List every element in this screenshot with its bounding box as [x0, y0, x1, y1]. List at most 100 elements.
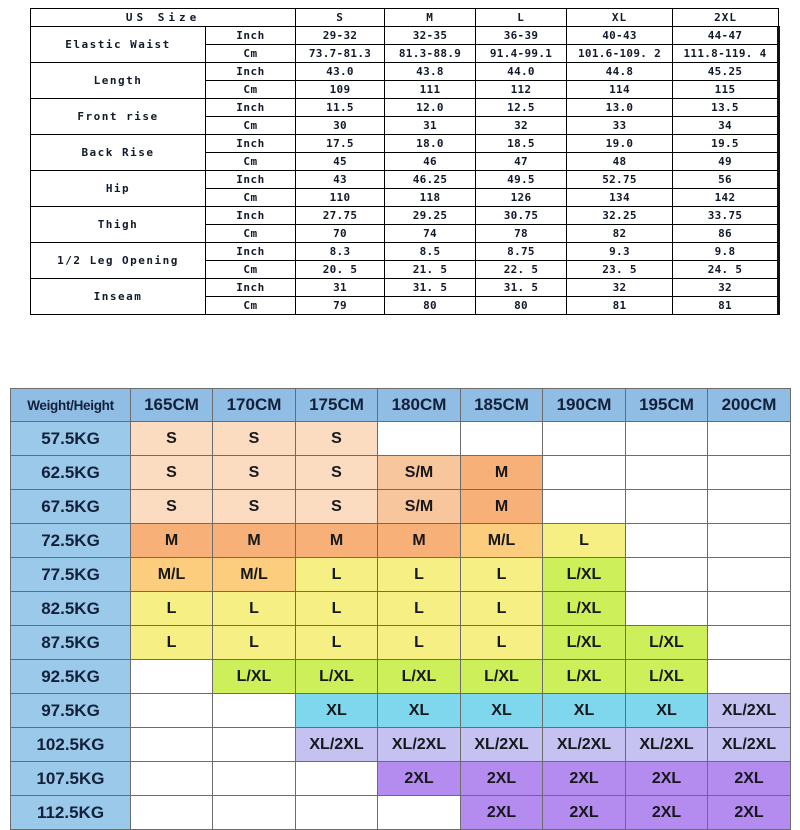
value-cell: 142: [672, 188, 781, 207]
size-recommendation-cell: 2XL: [542, 795, 626, 830]
value-cell: 111.8-119. 4: [672, 44, 781, 63]
value-cell: 13.0: [566, 98, 674, 117]
size-recommendation-cell: 2XL: [460, 795, 543, 830]
value-cell: 80: [475, 296, 568, 315]
value-cell: 43.8: [384, 62, 477, 81]
size-recommendation-cell: M/L: [460, 523, 543, 558]
measure-label: Hip: [30, 170, 206, 207]
value-cell: 32: [566, 278, 674, 297]
size-column-header-2xl: 2XL: [672, 8, 780, 27]
measure-row-inch: Front rise Inch 11.5 12.0 12.5 13.0 13.5: [30, 98, 781, 135]
size-recommendation-cell: M/L: [212, 557, 296, 592]
size-recommendation-cell: M: [377, 523, 461, 558]
size-recommendation-cell: [707, 659, 791, 694]
size-recommendation-cell: S: [295, 421, 378, 456]
measure-label: Elastic Waist: [30, 26, 206, 63]
size-recommendation-cell: 2XL: [707, 761, 791, 796]
value-cell: 46: [384, 152, 477, 171]
size-recommendation-cell: L/XL: [460, 659, 543, 694]
size-recommendation-cell: [625, 489, 708, 524]
value-cell: 91.4-99.1: [475, 44, 568, 63]
value-cell: 33: [566, 116, 674, 135]
value-cell: 9.3: [566, 242, 674, 261]
value-cell: 70: [295, 224, 386, 243]
size-recommendation-cell: XL/2XL: [707, 693, 791, 728]
size-recommendation-cell: [542, 455, 626, 490]
size-recommendation-cell: L/XL: [542, 659, 626, 694]
value-cell: 112: [475, 80, 568, 99]
size-recommendation-cell: S: [212, 489, 296, 524]
value-cell: 134: [566, 188, 674, 207]
value-cell: 44.0: [475, 62, 568, 81]
size-recommendation-cell: L/XL: [542, 591, 626, 626]
size-recommendation-cell: [625, 591, 708, 626]
unit-cm: Cm: [204, 224, 297, 243]
value-cell: 34: [672, 116, 781, 135]
size-recommendation-cell: [542, 421, 626, 456]
size-recommendation-cell: 2XL: [625, 795, 708, 830]
size-recommendation-cell: [707, 523, 791, 558]
value-cell: 21. 5: [384, 260, 477, 279]
size-recommendation-cell: [707, 591, 791, 626]
value-cell: 46.25: [384, 170, 477, 189]
size-recommendation-cell: L: [130, 625, 213, 660]
weight-row-label: 77.5KG: [10, 557, 131, 592]
weight-row-label: 82.5KG: [10, 591, 131, 626]
value-cell: 114: [566, 80, 674, 99]
size-recommendation-cell: L: [377, 591, 461, 626]
value-cell: 118: [384, 188, 477, 207]
size-column-header-l: L: [475, 8, 568, 27]
weight-row: 92.5KG L/XL L/XL L/XL L/XL L/XL L/XL: [10, 659, 791, 694]
weight-row-label: 62.5KG: [10, 455, 131, 490]
value-cell: 49.5: [475, 170, 568, 189]
size-recommendation-cell: L/XL: [377, 659, 461, 694]
size-recommendation-cell: L: [295, 591, 378, 626]
value-cell: 18.0: [384, 134, 477, 153]
value-cell: 17.5: [295, 134, 386, 153]
us-size-table: US Size S M L XL 2XL Elastic Waist Inch 29-32 32-…: [29, 8, 781, 315]
size-recommendation-cell: L: [542, 523, 626, 558]
size-recommendation-cell: S: [212, 421, 296, 456]
size-recommendation-cell: XL: [460, 693, 543, 728]
value-cell: 126: [475, 188, 568, 207]
value-cell: 74: [384, 224, 477, 243]
value-cell: 24. 5: [672, 260, 781, 279]
unit-inch: Inch: [204, 206, 297, 225]
value-cell: 44-47: [672, 26, 781, 45]
size-recommendation-cell: [130, 727, 213, 762]
size-recommendation-cell: [707, 625, 791, 660]
weight-row-label: 102.5KG: [10, 727, 131, 762]
measure-label: Back Rise: [30, 134, 206, 171]
value-cell: 30: [295, 116, 386, 135]
weight-row: 77.5KG M/L M/L L L L L/XL: [10, 557, 791, 592]
weight-height-corner-label: Weight/Height: [10, 388, 131, 422]
value-cell: 45: [295, 152, 386, 171]
value-cell: 44.8: [566, 62, 674, 81]
size-recommendation-cell: [295, 761, 378, 796]
weight-row-label: 107.5KG: [10, 761, 131, 796]
unit-cm: Cm: [204, 188, 297, 207]
value-cell: 78: [475, 224, 568, 243]
size-recommendation-cell: [130, 693, 213, 728]
size-column-header-xl: XL: [566, 8, 674, 27]
height-column-header: 175CM: [295, 388, 378, 422]
height-column-header: 200CM: [707, 388, 791, 422]
value-cell: 43: [295, 170, 386, 189]
value-cell: 32.25: [566, 206, 674, 225]
wh-header-row: Weight/Height 165CM 170CM 175CM 180CM 185CM 19…: [10, 388, 791, 422]
value-cell: 86: [672, 224, 781, 243]
value-cell: 31. 5: [384, 278, 477, 297]
value-cell: 48: [566, 152, 674, 171]
value-cell: 29.25: [384, 206, 477, 225]
size-recommendation-cell: XL/2XL: [542, 727, 626, 762]
size-recommendation-cell: L/XL: [212, 659, 296, 694]
size-recommendation-cell: M: [130, 523, 213, 558]
size-column-header-m: M: [384, 8, 477, 27]
value-cell: 11.5: [295, 98, 386, 117]
size-chart-page: US Size S M L XL 2XL Elastic Waist Inch 29-32 32-…: [0, 0, 800, 830]
height-column-header: 165CM: [130, 388, 213, 422]
unit-inch: Inch: [204, 98, 297, 117]
height-column-header: 185CM: [460, 388, 543, 422]
value-cell: 18.5: [475, 134, 568, 153]
value-cell: 52.75: [566, 170, 674, 189]
